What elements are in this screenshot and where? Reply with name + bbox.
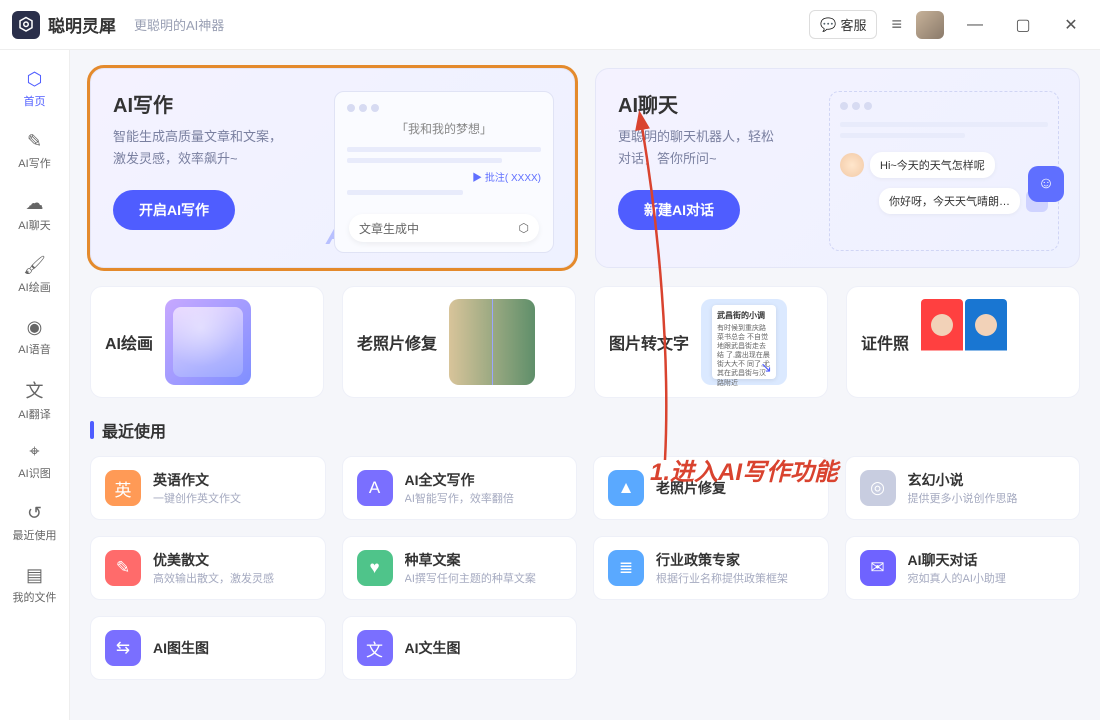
recent-item[interactable]: A AI全文写作AI智能写作，效率翻倍 [342, 456, 578, 520]
sidebar-label: 我的文件 [13, 589, 57, 605]
recent-icon: ◎ [860, 470, 896, 506]
chat-icon: ☁ [26, 193, 44, 214]
recent-item[interactable]: ≣ 行业政策专家根据行业名称提供政策框架 [593, 536, 829, 600]
tile-title: 证件照 [861, 330, 909, 354]
new-chat-button[interactable]: 新建AI对话 [618, 190, 740, 230]
app-tagline: 更聪明的AI神器 [134, 15, 224, 34]
user-avatar[interactable] [916, 11, 944, 39]
chat-preview: Hi~今天的天气怎样呢 你好呀，今天天气晴朗… ☺ [829, 91, 1059, 251]
chat-bubble-in: Hi~今天的天气怎样呢 [870, 152, 995, 178]
voice-icon: ◉ [27, 317, 43, 338]
recent-icon: ✎ [105, 550, 141, 586]
start-write-button[interactable]: 开启AI写作 [113, 190, 235, 230]
translate-icon: 文 [26, 377, 44, 403]
sidebar-item-scan[interactable]: ⌖ AI识图 [7, 434, 63, 488]
maximize-button[interactable]: ▢ [1006, 15, 1040, 35]
tile-ocr-image: 武昌街的小调 有时候到重庆路菜书总会 不自觉地跟武昌街走去 结 了,露出现在晨街… [701, 299, 787, 385]
sidebar-item-write[interactable]: ✎ AI写作 [7, 124, 63, 178]
menu-icon[interactable]: ≡ [891, 14, 902, 35]
app-name: 聪明灵犀 [48, 12, 116, 37]
tile-ocr[interactable]: 图片转文字 武昌街的小调 有时候到重庆路菜书总会 不自觉地跟武昌街走去 结 了,… [594, 286, 828, 398]
recent-icon: ✉ [860, 550, 896, 586]
recent-item[interactable]: ▲ 老照片修复 [593, 456, 829, 520]
tile-title: AI绘画 [105, 330, 153, 354]
sidebar-label: 最近使用 [13, 527, 57, 543]
chat-fab-icon: ☺ [1028, 166, 1064, 202]
recent-item[interactable]: ✉ AI聊天对话宛如真人的AI小助理 [845, 536, 1081, 600]
logo-small-icon: ⬡ [519, 221, 529, 235]
sidebar-label: AI语音 [18, 341, 50, 357]
files-icon: ▤ [26, 565, 43, 586]
brush-icon: 🖌 [23, 255, 46, 276]
tile-idphoto[interactable]: 证件照 [846, 286, 1080, 398]
section-recent-header: 最近使用 [90, 418, 1080, 442]
doc-status: 文章生成中 ⬡ [349, 214, 539, 242]
recent-grid: 英 英语作文一键创作英文作文 A AI全文写作AI智能写作，效率翻倍 ▲ 老照片… [90, 456, 1080, 680]
recent-item[interactable]: ⇆ AI图生图 [90, 616, 326, 680]
main-content: AI写作 智能生成高质量文章和文案， 激发灵感，效率飙升~ 开启AI写作 AI … [70, 50, 1100, 720]
sidebar: ⬡ 首页 ✎ AI写作 ☁ AI聊天 🖌 AI绘画 ◉ AI语音 文 AI翻译 … [0, 50, 70, 720]
feature-card-chat[interactable]: AI聊天 更聪明的聊天机器人，轻松 对话，答你所问~ 新建AI对话 Hi~今天的… [595, 68, 1080, 268]
support-button[interactable]: 💬 客服 [809, 10, 877, 39]
recent-item[interactable]: ◎ 玄幻小说提供更多小说创作思路 [845, 456, 1081, 520]
sidebar-item-files[interactable]: ▤ 我的文件 [7, 558, 63, 612]
tile-restore-image [449, 299, 535, 385]
tile-title: 图片转文字 [609, 330, 689, 354]
recent-item[interactable]: 英 英语作文一键创作英文作文 [90, 456, 326, 520]
sidebar-item-chat[interactable]: ☁ AI聊天 [7, 186, 63, 240]
tile-restore[interactable]: 老照片修复 [342, 286, 576, 398]
feature-card-write[interactable]: AI写作 智能生成高质量文章和文案， 激发灵感，效率飙升~ 开启AI写作 AI … [90, 68, 575, 268]
arrow-icon: ↘ [760, 359, 772, 376]
feature-write-desc: 智能生成高质量文章和文案， 激发灵感，效率飙升~ [113, 126, 313, 170]
pen-icon: ✎ [27, 131, 42, 152]
recent-icon: ⇆ [105, 630, 141, 666]
tile-paint[interactable]: AI绘画 [90, 286, 324, 398]
scan-icon: ⌖ [29, 441, 39, 462]
sidebar-label: AI识图 [18, 465, 50, 481]
sidebar-item-paint[interactable]: 🖌 AI绘画 [7, 248, 63, 302]
recent-item[interactable]: ♥ 种草文案AI撰写任何主题的种草文案 [342, 536, 578, 600]
tile-paint-image [165, 299, 251, 385]
sidebar-label: AI翻译 [18, 406, 50, 422]
titlebar: 聪明灵犀 更聪明的AI神器 💬 客服 ≡ — ▢ ✕ [0, 0, 1100, 50]
close-button[interactable]: ✕ [1054, 15, 1088, 35]
chat-avatar-icon [840, 153, 864, 177]
recent-icon: 文 [357, 630, 393, 666]
feature-chat-desc: 更聪明的聊天机器人，轻松 对话，答你所问~ [618, 126, 818, 170]
sidebar-label: AI聊天 [18, 217, 50, 233]
minimize-button[interactable]: — [958, 16, 992, 34]
support-label: 客服 [840, 15, 866, 34]
app-logo: 聪明灵犀 更聪明的AI神器 [12, 11, 224, 39]
recent-icon: A [357, 470, 393, 506]
doc-title: 「我和我的梦想」 [347, 120, 541, 137]
tile-idphoto-image [921, 299, 1007, 385]
sidebar-item-voice[interactable]: ◉ AI语音 [7, 310, 63, 364]
sidebar-label: AI绘画 [18, 279, 50, 295]
chat-bubble-out: 你好呀，今天天气晴朗… [879, 188, 1020, 214]
sidebar-item-home[interactable]: ⬡ 首页 [7, 62, 63, 116]
history-icon: ↺ [27, 503, 42, 524]
chat-icon: 💬 [820, 17, 836, 33]
sidebar-label: 首页 [24, 93, 46, 109]
tile-title: 老照片修复 [357, 330, 437, 354]
app-logo-icon [12, 11, 40, 39]
recent-icon: ≣ [608, 550, 644, 586]
sidebar-item-recent[interactable]: ↺ 最近使用 [7, 496, 63, 550]
recent-icon: ♥ [357, 550, 393, 586]
home-icon: ⬡ [27, 69, 43, 90]
recent-icon: ▲ [608, 470, 644, 506]
recent-item[interactable]: ✎ 优美散文高效输出散文，激发灵感 [90, 536, 326, 600]
sidebar-item-translate[interactable]: 文 AI翻译 [7, 372, 63, 426]
doc-pizhu: ▶ 批注( XXXX) [347, 169, 541, 184]
recent-item[interactable]: 文 AI文生图 [342, 616, 578, 680]
doc-preview: 「我和我的梦想」 ▶ 批注( XXXX) 文章生成中 ⬡ [334, 91, 554, 253]
sidebar-label: AI写作 [18, 155, 50, 171]
recent-icon: 英 [105, 470, 141, 506]
